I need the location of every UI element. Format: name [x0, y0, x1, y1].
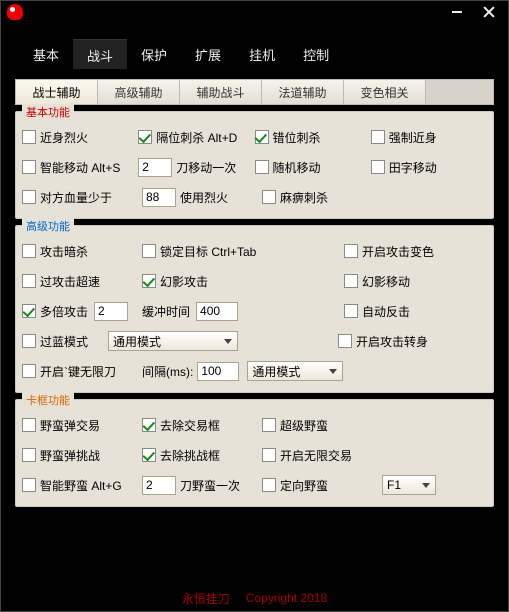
- subtab-bar: 战士辅助 高级辅助 辅助战斗 法道辅助 变色相关: [15, 79, 494, 105]
- cb-open-inf-trade[interactable]: 开启无限交易: [262, 447, 352, 464]
- footer: 永恒挂刀 Copyright 2018: [1, 585, 508, 611]
- input-opp-hp[interactable]: [142, 188, 176, 207]
- tab-protect[interactable]: 保护: [127, 39, 181, 69]
- label-wild-after: 刀野蛮一次: [180, 477, 240, 494]
- input-wild-count[interactable]: [142, 476, 176, 495]
- cb-over-speed[interactable]: 过攻击超速: [22, 273, 100, 290]
- cb-opp-hp[interactable]: 对方血量少于: [22, 189, 112, 206]
- combo-over-blue-mode[interactable]: 通用模式: [108, 331, 238, 351]
- chevron-down-icon: [419, 478, 433, 492]
- cb-near-fire[interactable]: 近身烈火: [22, 129, 88, 146]
- panel-advanced: 高级功能 攻击暗杀 锁定目标 Ctrl+Tab 开启攻击变色 过攻击超速 幻影攻…: [15, 225, 494, 393]
- combo-inf-value: 通用模式: [252, 363, 300, 380]
- app-icon: [7, 4, 23, 20]
- tab-hang[interactable]: 挂机: [235, 39, 289, 69]
- cb-open-inf[interactable]: 开启`键无限刀: [22, 363, 116, 380]
- cb-open-color[interactable]: 开启攻击变色: [344, 243, 434, 260]
- tab-basic[interactable]: 基本: [19, 39, 73, 69]
- panel-card: 卡框功能 野蛮弹交易 去除交易框 超级野蛮 野蛮弹挑战 去除挑战框 开启无限交易…: [15, 399, 494, 507]
- cb-phantom-move[interactable]: 幻影移动: [344, 273, 410, 290]
- input-interval[interactable]: [197, 362, 239, 381]
- label-interval: 间隔(ms):: [142, 363, 193, 380]
- footer-copyright: Copyright 2018: [246, 591, 327, 605]
- cb-gap-stab[interactable]: 隔位刺杀 Alt+D: [138, 129, 237, 146]
- cb-tian-move[interactable]: 田字移动: [371, 159, 437, 176]
- chevron-down-icon: [221, 334, 235, 348]
- chevron-down-icon: [326, 364, 340, 378]
- label-opp-hp-after: 使用烈火: [180, 189, 228, 206]
- close-button[interactable]: [476, 3, 502, 21]
- subtab-advanced[interactable]: 高级辅助: [98, 80, 180, 104]
- label-sword-after: 刀移动一次: [176, 159, 236, 176]
- tab-combat[interactable]: 战斗: [73, 39, 127, 69]
- cb-random-move[interactable]: 随机移动: [255, 159, 321, 176]
- combo-dir-key[interactable]: F1: [382, 475, 436, 495]
- combo-over-blue-value: 通用模式: [113, 333, 161, 350]
- panel-card-title: 卡框功能: [22, 392, 74, 408]
- panel-advanced-title: 高级功能: [22, 218, 74, 234]
- content: 基本功能 近身烈火 隔位刺杀 Alt+D 错位刺杀 强制近身 智能移动 Alt+…: [1, 111, 508, 585]
- subtab-fadao[interactable]: 法道辅助: [262, 80, 344, 104]
- subtab-warrior[interactable]: 战士辅助: [16, 80, 98, 104]
- app-window: 基本 战斗 保护 扩展 挂机 控制 战士辅助 高级辅助 辅助战斗 法道辅助 变色…: [0, 0, 509, 612]
- panel-basic-title: 基本功能: [22, 104, 74, 120]
- tab-control[interactable]: 控制: [289, 39, 343, 69]
- cb-attack-kill[interactable]: 攻击暗杀: [22, 243, 88, 260]
- cb-wild-trade[interactable]: 野蛮弹交易: [22, 417, 100, 434]
- minimize-button[interactable]: [444, 3, 470, 21]
- label-buffer: 缓冲时间: [142, 303, 190, 320]
- panel-basic: 基本功能 近身烈火 隔位刺杀 Alt+D 错位刺杀 强制近身 智能移动 Alt+…: [15, 111, 494, 219]
- main-nav: 基本 战斗 保护 扩展 挂机 控制: [1, 39, 508, 69]
- cb-lock-target[interactable]: 锁定目标 Ctrl+Tab: [142, 243, 256, 260]
- subtab-combat[interactable]: 辅助战斗: [180, 80, 262, 104]
- combo-dir-value: F1: [387, 478, 401, 492]
- input-sword-count[interactable]: [138, 158, 172, 177]
- cb-phantom-atk[interactable]: 幻影攻击: [142, 273, 208, 290]
- cb-paralyze[interactable]: 麻痹刺杀: [262, 189, 328, 206]
- cb-over-blue[interactable]: 过蓝模式: [22, 333, 88, 350]
- footer-brand: 永恒挂刀: [182, 590, 230, 607]
- cb-smart-wild[interactable]: 智能野蛮 Alt+G: [22, 477, 122, 494]
- tab-extend[interactable]: 扩展: [181, 39, 235, 69]
- cb-dir-wild[interactable]: 定向野蛮: [262, 477, 328, 494]
- cb-multi-atk[interactable]: 多倍攻击: [22, 303, 88, 320]
- cb-remove-challenge[interactable]: 去除挑战框: [142, 447, 220, 464]
- input-multi-count[interactable]: [94, 302, 128, 321]
- cb-super-wild[interactable]: 超级野蛮: [262, 417, 328, 434]
- cb-force-melee[interactable]: 强制近身: [371, 129, 437, 146]
- cb-wrong-stab[interactable]: 错位刺杀: [255, 129, 321, 146]
- subtab-color[interactable]: 变色相关: [344, 80, 426, 104]
- combo-inf-mode[interactable]: 通用模式: [247, 361, 343, 381]
- cb-remove-trade[interactable]: 去除交易框: [142, 417, 220, 434]
- cb-auto-counter[interactable]: 自动反击: [344, 303, 410, 320]
- cb-smart-move[interactable]: 智能移动 Alt+S: [22, 159, 120, 176]
- cb-open-turn[interactable]: 开启攻击转身: [338, 333, 428, 350]
- cb-wild-challenge[interactable]: 野蛮弹挑战: [22, 447, 100, 464]
- input-buffer[interactable]: [196, 302, 238, 321]
- titlebar: [1, 1, 508, 23]
